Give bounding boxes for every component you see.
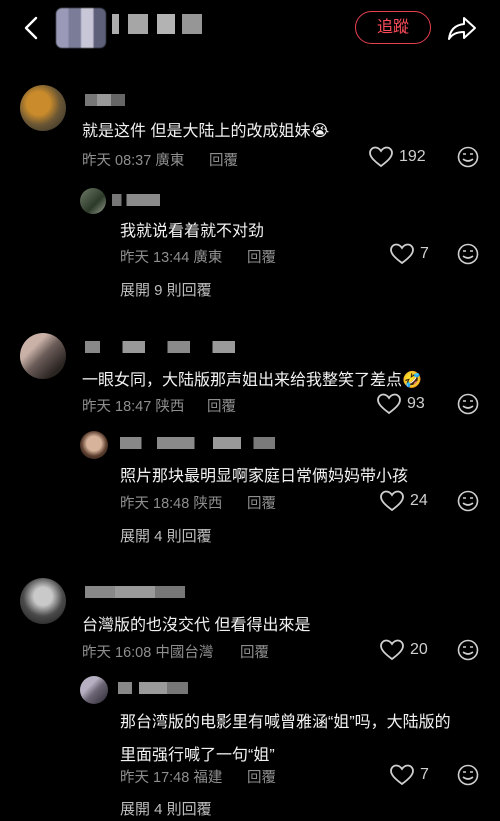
reply-button[interactable]: 回覆 [209,149,238,170]
comment-text: 台灣版的也沒交代 但看得出來是 [82,617,311,634]
username-obscured [85,586,185,598]
emoji-reaction-icon[interactable] [457,764,479,786]
comment-meta: 昨天 16:08 中國台灣 [82,645,214,661]
username-obscured [85,94,125,106]
emoji-reaction-icon[interactable] [457,490,479,512]
reply-button[interactable]: 回覆 [247,766,276,787]
like-count: 93 [407,395,425,412]
profile-name-obscured [112,14,202,34]
comment-text: 就是这件 但是大陆上的改成姐妹😭 [82,123,330,140]
expand-replies-button[interactable]: 展開 4 則回覆 [120,798,212,819]
like-button[interactable]: 20 [380,639,435,663]
share-icon[interactable] [447,14,477,42]
reply-button[interactable]: 回覆 [207,395,236,416]
emoji-reaction-icon[interactable] [457,146,479,168]
reply-meta: 昨天 18:48 陕西 [120,496,223,512]
emoji-reaction-icon[interactable] [457,393,479,415]
reply-text: 我就说看着就不对劲 [120,223,265,240]
avatar[interactable] [80,188,106,214]
heart-icon [390,243,414,265]
username-obscured [112,194,160,206]
heart-icon [390,764,414,786]
like-button[interactable]: 93 [377,393,432,417]
like-button[interactable]: 7 [390,764,440,788]
like-count: 7 [420,766,429,783]
like-count: 24 [410,492,428,509]
like-count: 20 [410,641,428,658]
emoji-reaction-icon[interactable] [457,243,479,265]
avatar[interactable] [20,578,66,624]
like-button[interactable]: 192 [369,146,429,170]
like-button[interactable]: 24 [380,490,435,514]
comment-meta: 昨天 08:37 廣東 [82,153,185,169]
heart-icon [380,639,404,661]
emoji-reaction-icon[interactable] [457,639,479,661]
reply-text: 那台湾版的电影里有喊曾雅涵“姐”吗，大陆版的 里面强行喊了一句“姐” [120,714,451,764]
like-button[interactable]: 7 [390,243,440,267]
follow-button[interactable]: 追蹤 [355,11,431,44]
heart-icon [369,146,393,168]
heart-icon [377,393,401,415]
profile-avatar[interactable] [56,8,106,48]
avatar[interactable] [20,85,66,131]
expand-replies-button[interactable]: 展開 4 則回覆 [120,525,212,546]
avatar[interactable] [20,333,66,379]
reply-button[interactable]: 回覆 [240,641,269,662]
comment-meta: 昨天 18:47 陕西 [82,399,185,415]
avatar[interactable] [80,676,108,704]
username-obscured [85,341,235,353]
username-obscured [118,682,188,694]
reply-meta: 昨天 13:44 廣東 [120,250,223,266]
like-count: 7 [420,245,429,262]
username-obscured [120,437,275,449]
back-icon[interactable] [18,14,46,42]
like-count: 192 [399,148,426,165]
reply-text: 照片那块最明显啊家庭日常俩妈妈带小孩 [120,468,409,485]
comment-text: 一眼女同，大陆版那声姐出来给我整笑了差点🤣 [82,372,422,389]
reply-button[interactable]: 回覆 [247,246,276,267]
top-bar: 追蹤 [0,0,500,60]
reply-button[interactable]: 回覆 [247,492,276,513]
expand-replies-button[interactable]: 展開 9 則回覆 [120,279,212,300]
avatar[interactable] [80,431,108,459]
heart-icon [380,490,404,512]
reply-meta: 昨天 17:48 福建 [120,770,223,786]
